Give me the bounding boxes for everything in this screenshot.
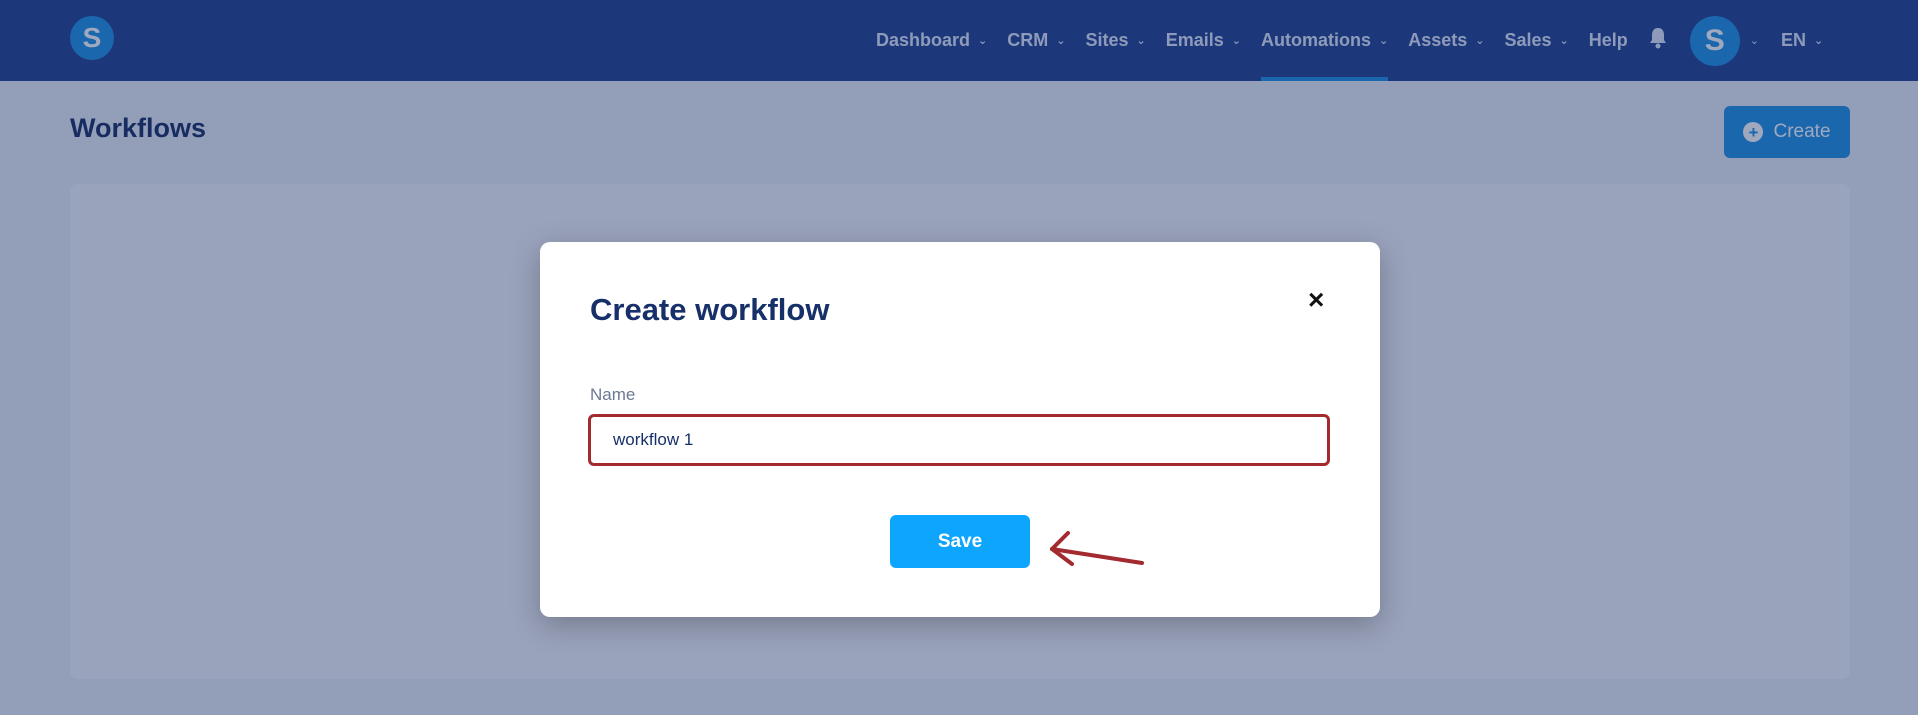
save-button[interactable]: Save [890, 515, 1030, 568]
annotation-arrow-icon [1050, 531, 1144, 566]
close-icon[interactable]: × [1308, 286, 1324, 314]
dialog-title: Create workflow [590, 292, 830, 327]
name-input[interactable] [588, 414, 1330, 466]
save-button-label: Save [937, 530, 983, 552]
name-field-label: Name [590, 385, 636, 404]
create-workflow-dialog: Create workflow × Name Save [540, 242, 1380, 617]
